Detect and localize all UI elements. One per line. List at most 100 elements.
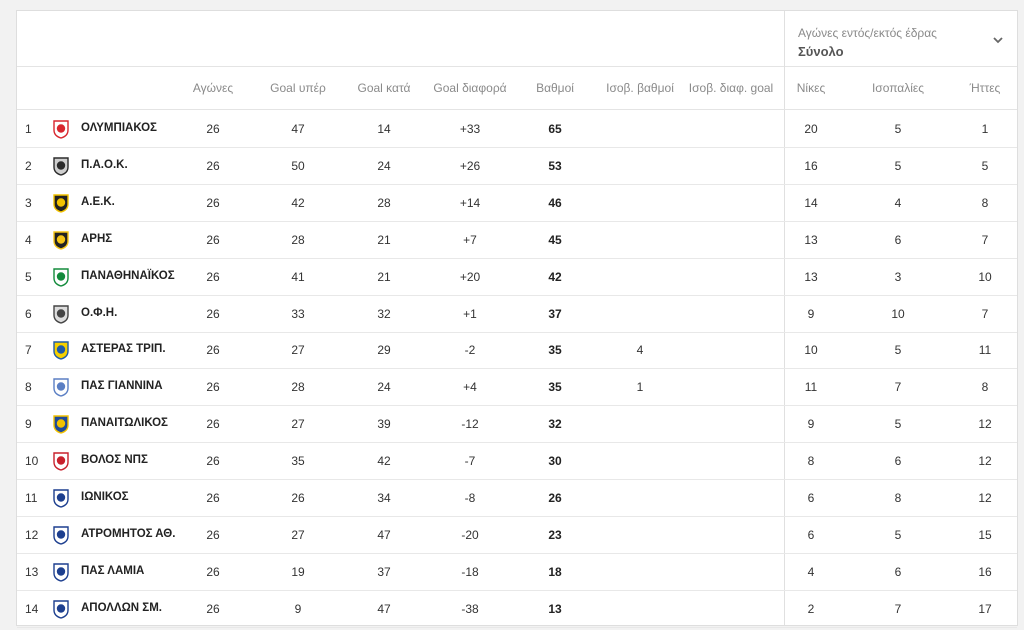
wins-cell: 16 [804,158,818,173]
draws-cell: 5 [894,122,902,136]
losses-cell: 11 [978,343,992,358]
pas-giannina-logo [53,378,69,398]
team-name-link[interactable]: Ο.Φ.Η. [81,307,117,319]
team-name-link[interactable]: ΠΑΝΑΙΤΩΛΙΚΟΣ [81,417,168,429]
table-row[interactable]: 7 ΑΣΤΕΡΑΣ ΤΡΙΠ. 26 27 29 -2 35 4 10 5 11 [17,332,1017,370]
table-row[interactable]: 4 ΑΡΗΣ 26 28 21 +7 45 13 6 7 [17,222,1017,259]
wins-cell: 10 [804,343,818,358]
wins-cell: 11 [804,380,818,395]
team-name-link[interactable]: ΠΑΣ ΓΙΑΝΝΙΝΑ [81,380,163,392]
goal-diff-cell: +4 [463,380,477,395]
header-tie-goal-diff[interactable]: Ισοβ. διαφ. goal [683,81,779,95]
paok-logo [53,157,69,176]
position-cell: 13 [25,564,39,579]
played-cell: 26 [206,380,220,395]
table-row[interactable]: 12 ΑΤΡΟΜΗΤΟΣ ΑΘ. 26 27 47 -20 23 6 5 15 [17,517,1017,554]
home-away-filter-dropdown[interactable]: Αγώνες εντός/εκτός έδρας Σύνολο [784,11,1017,67]
header-goals-against[interactable]: Goal κατά [349,81,419,95]
goals-for-cell: 9 [294,601,302,616]
header-goal-diff[interactable]: Goal διαφορά [425,81,515,95]
wins-cell: 6 [807,491,815,505]
table-row[interactable]: 3 Α.Ε.Κ. 26 42 28 +14 46 14 4 8 [17,185,1017,222]
goals-for-cell: 33 [291,306,305,321]
goal-diff-cell: +20 [459,269,481,284]
table-row[interactable]: 6 Ο.Φ.Η. 26 33 32 +1 37 9 10 7 [17,296,1017,333]
header-goals-for[interactable]: Goal υπέρ [263,81,333,95]
team-name-link[interactable]: ΑΤΡΟΜΗΤΟΣ ΑΘ. [81,528,175,540]
table-row[interactable]: 13 ΠΑΣ ΛΑΜΙΑ 26 19 37 -18 18 4 6 16 [17,554,1017,591]
played-cell: 26 [206,195,220,210]
header-tie-points[interactable]: Ισοβ. βαθμοί [600,81,680,95]
table-row[interactable]: 11 ΙΩΝΙΚΟΣ 26 26 34 -8 26 6 8 12 [17,480,1017,517]
table-row[interactable]: 10 ΒΟΛΟΣ ΝΠΣ 26 35 42 -7 30 8 6 12 [17,443,1017,481]
draws-cell: 5 [894,343,902,358]
points-cell: 23 [548,527,562,542]
losses-cell: 12 [978,417,992,432]
team-name-link[interactable]: ΑΡΗΣ [81,233,112,245]
wins-cell: 9 [807,306,815,321]
draws-cell: 5 [894,158,902,173]
losses-cell: 12 [978,491,992,505]
goals-against-cell: 28 [377,195,391,210]
team-name-link[interactable]: ΠΑΣ ΛΑΜΙΑ [81,565,144,577]
goal-diff-cell: -38 [461,601,479,616]
panetolikos-logo [53,415,69,434]
header-played[interactable]: Αγώνες [183,81,243,95]
points-cell: 35 [548,343,562,358]
header-losses[interactable]: Ήττες [955,81,1015,95]
goals-against-cell: 37 [377,564,391,579]
table-row[interactable]: 2 Π.Α.Ο.Κ. 26 50 24 +26 53 16 5 5 [17,148,1017,185]
table-row[interactable]: 14 ΑΠΟΛΛΩΝ ΣΜ. 26 9 47 -38 13 2 7 17 [17,591,1017,628]
table-row[interactable]: 9 ΠΑΝΑΙΤΩΛΙΚΟΣ 26 27 39 -12 32 9 5 12 [17,406,1017,444]
draws-cell: 6 [894,454,902,469]
panathinaikos-logo [53,267,69,287]
table-top-bar: Αγώνες εντός/εκτός έδρας Σύνολο [17,11,1017,67]
draws-cell: 6 [894,232,902,247]
goals-against-cell: 47 [377,601,391,616]
wins-cell: 2 [807,601,815,616]
wins-cell: 6 [807,527,815,542]
goal-diff-cell: -8 [464,491,476,505]
goals-against-cell: 34 [377,491,391,505]
goals-against-cell: 29 [377,343,391,358]
goals-against-cell: 24 [377,380,391,395]
points-cell: 45 [548,232,562,247]
goals-for-cell: 27 [291,417,305,432]
goal-diff-cell: +14 [459,195,481,210]
team-name-link[interactable]: Π.Α.Ο.Κ. [81,159,128,171]
header-points[interactable]: Βαθμοί [525,81,585,95]
points-cell: 32 [548,417,562,432]
table-row[interactable]: 8 ΠΑΣ ΓΙΑΝΝΙΝΑ 26 28 24 +4 35 1 11 7 8 [17,369,1017,407]
position-cell: 8 [25,380,32,395]
played-cell: 26 [206,158,220,173]
points-cell: 13 [548,601,562,616]
goal-diff-cell: -18 [461,564,479,579]
team-name-link[interactable]: Α.Ε.Κ. [81,196,115,208]
goals-against-cell: 32 [377,306,391,321]
played-cell: 26 [206,306,220,321]
draws-cell: 10 [891,306,905,321]
points-cell: 18 [548,564,562,579]
team-name-link[interactable]: ΠΑΝΑΘΗΝΑΪΚΟΣ [81,270,175,282]
filter-value: Σύνολο [798,44,844,59]
goals-for-cell: 27 [291,527,305,542]
losses-cell: 12 [978,454,992,469]
header-wins[interactable]: Νίκες [781,81,841,95]
team-name-link[interactable]: ΑΣΤΕΡΑΣ ΤΡΙΠ. [81,343,166,355]
wins-cell: 13 [804,232,818,247]
aek-logo [53,194,69,213]
team-name-link[interactable]: ΒΟΛΟΣ ΝΠΣ [81,454,148,466]
header-draws[interactable]: Ισοπαλίες [863,81,933,95]
team-name-link[interactable]: ΑΠΟΛΛΩΝ ΣΜ. [81,602,162,614]
tie-points-cell: 1 [636,380,644,395]
goal-diff-cell: -7 [464,454,476,469]
olympiakos-logo [53,120,69,139]
apollon-logo [53,599,69,619]
table-row[interactable]: 1 ΟΛΥΜΠΙΑΚΟΣ 26 47 14 +33 65 20 5 1 [17,111,1017,148]
asteras-logo [53,341,69,361]
team-name-link[interactable]: ΙΩΝΙΚΟΣ [81,491,129,503]
position-cell: 2 [25,158,32,173]
played-cell: 26 [206,454,220,469]
table-row[interactable]: 5 ΠΑΝΑΘΗΝΑΪΚΟΣ 26 41 21 +20 42 13 3 10 [17,259,1017,296]
team-name-link[interactable]: ΟΛΥΜΠΙΑΚΟΣ [81,122,157,134]
